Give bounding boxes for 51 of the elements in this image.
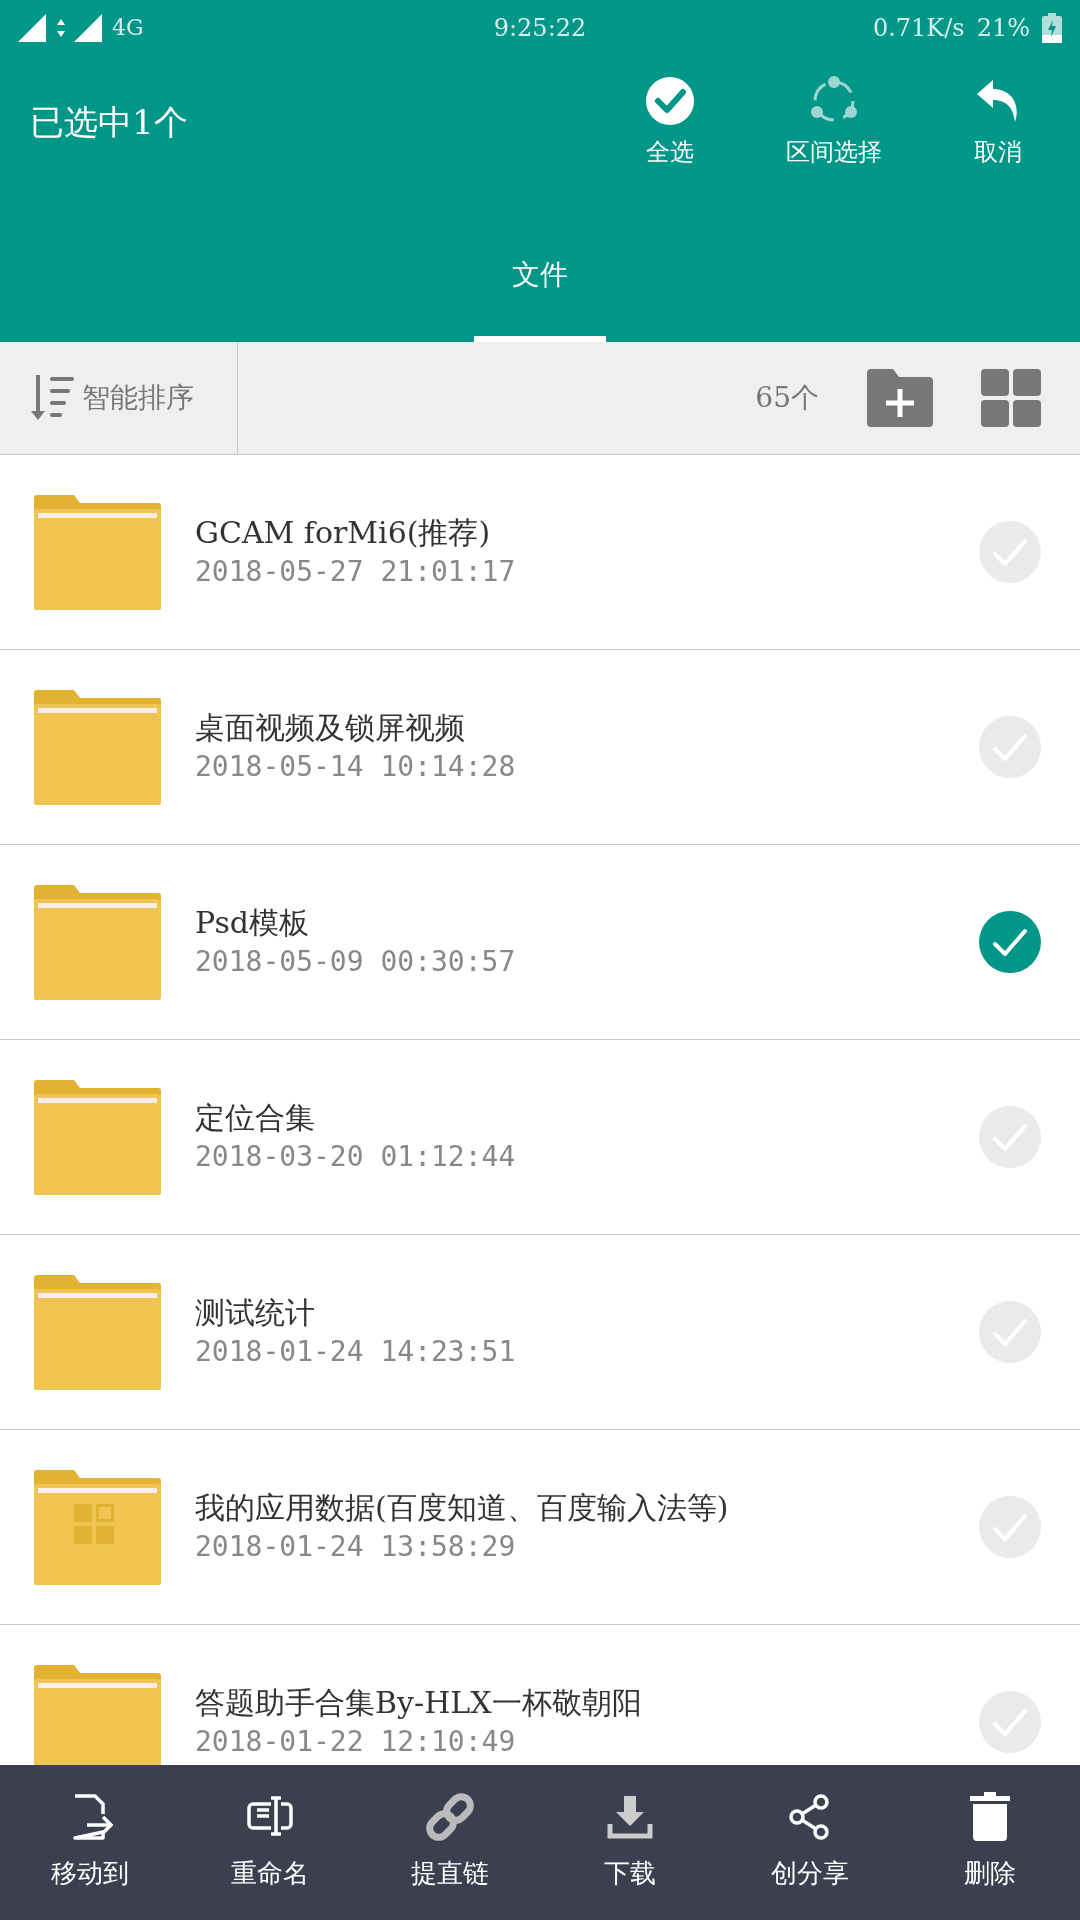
folder-icon bbox=[34, 1469, 161, 1585]
check-circle-icon bbox=[645, 75, 695, 126]
folder-icon bbox=[34, 1079, 161, 1195]
file-row[interactable]: Psd模板 2018-05-09 00:30:57 bbox=[0, 845, 1080, 1040]
file-date: 2018-01-24 14:23:51 bbox=[195, 1334, 517, 1370]
file-row[interactable]: 我的应用数据(百度知道、百度输入法等) 2018-01-24 13:58:29 bbox=[0, 1430, 1080, 1625]
signal-icon bbox=[74, 13, 104, 42]
file-date: 2018-01-24 13:58:29 bbox=[195, 1529, 517, 1565]
file-name: 答题助手合集By-HLX一杯敬朝阳 bbox=[195, 1684, 643, 1722]
file-name: 定位合集 bbox=[195, 1099, 316, 1137]
new-folder-icon[interactable] bbox=[867, 369, 933, 427]
file-date: 2018-05-09 00:30:57 bbox=[195, 944, 517, 980]
sort-button[interactable]: 智能排序 bbox=[0, 342, 238, 454]
bottom-action-button[interactable]: 重命名 bbox=[180, 1792, 360, 1893]
file-row[interactable]: 桌面视频及锁屏视频 2018-05-14 10:14:28 bbox=[0, 650, 1080, 845]
file-name: 我的应用数据(百度知道、百度输入法等) bbox=[195, 1489, 730, 1527]
folder-icon bbox=[34, 884, 161, 1000]
selection-title: 已选中1个 bbox=[30, 101, 189, 144]
file-date: 2018-05-14 10:14:28 bbox=[195, 749, 517, 785]
bottom-action-button[interactable]: 创分享 bbox=[720, 1792, 900, 1893]
folder-icon bbox=[34, 1274, 161, 1390]
file-row[interactable]: GCAM forMi6(推荐) 2018-05-27 21:01:17 bbox=[0, 455, 1080, 650]
bottom-action-button[interactable]: 提直链 bbox=[360, 1792, 540, 1893]
bottom-action-button[interactable]: 删除 bbox=[900, 1792, 1080, 1893]
file-name: Psd模板 bbox=[195, 904, 310, 942]
chain-link-icon bbox=[425, 1792, 475, 1842]
toolbar-action-button[interactable]: 取消 bbox=[916, 75, 1080, 170]
clock: 9:25:22 bbox=[493, 13, 587, 42]
file-date: 2018-01-22 12:10:49 bbox=[195, 1724, 517, 1760]
folder-icon bbox=[34, 1664, 161, 1765]
folder-icon bbox=[34, 494, 161, 610]
toolbar-action-button[interactable]: 全选 bbox=[588, 75, 752, 170]
folder-icon bbox=[34, 689, 161, 805]
item-count: 65个 bbox=[755, 380, 819, 416]
file-name: 桌面视频及锁屏视频 bbox=[195, 709, 466, 747]
file-row[interactable]: 定位合集 2018-03-20 01:12:44 bbox=[0, 1040, 1080, 1235]
signal-icon bbox=[18, 13, 48, 42]
grid-view-icon[interactable] bbox=[981, 369, 1041, 427]
file-date: 2018-05-27 21:01:17 bbox=[195, 554, 517, 590]
toolbar-action-button[interactable]: 区间选择 bbox=[752, 75, 916, 170]
file-date: 2018-03-20 01:12:44 bbox=[195, 1139, 517, 1175]
bottom-action-button[interactable]: 下载 bbox=[540, 1792, 720, 1893]
battery-icon bbox=[1042, 12, 1062, 43]
network-speed: 0.71K/s bbox=[872, 12, 965, 44]
file-row[interactable]: 测试统计 2018-01-24 14:23:51 bbox=[0, 1235, 1080, 1430]
network-type: 4G bbox=[112, 14, 144, 42]
battery-percent: 21% bbox=[976, 12, 1030, 44]
file-name: GCAM forMi6(推荐) bbox=[195, 514, 492, 552]
file-name: 测试统计 bbox=[195, 1294, 316, 1332]
checkbox-icon[interactable] bbox=[979, 911, 1041, 973]
bottom-action-button[interactable]: 移动到 bbox=[0, 1792, 180, 1893]
